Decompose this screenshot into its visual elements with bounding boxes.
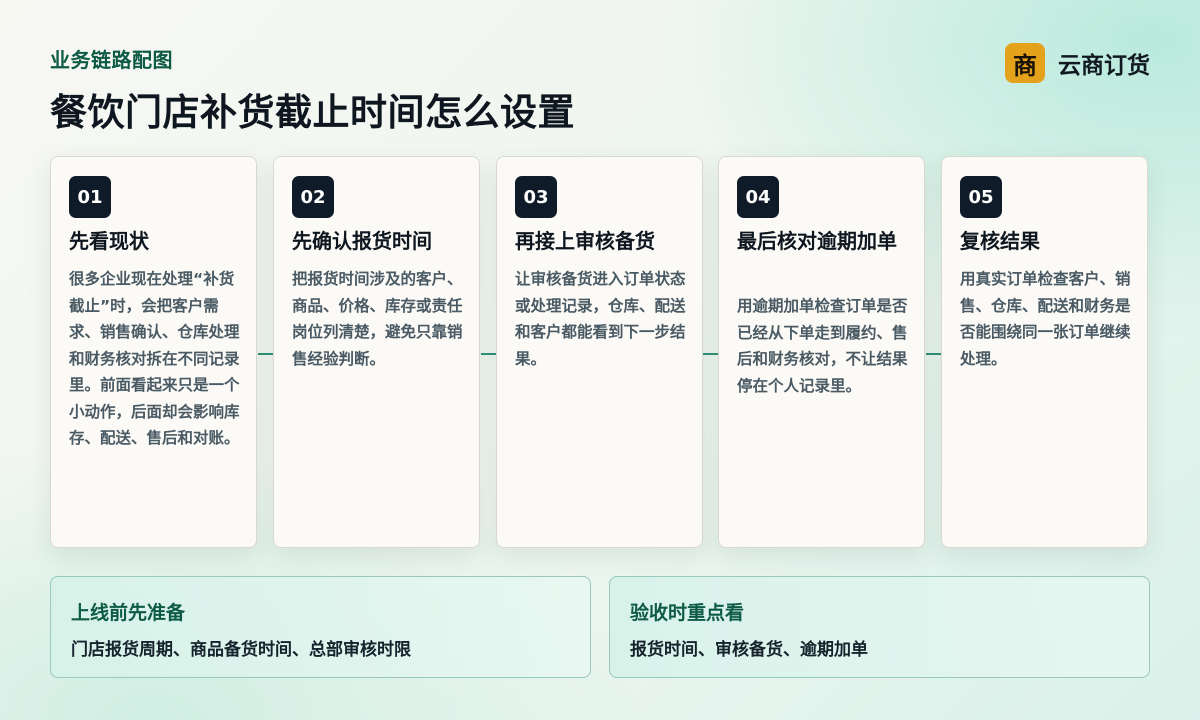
note-title: 验收时重点看 <box>630 602 745 624</box>
step-number-badge: 01 <box>69 176 111 218</box>
brand-name: 云商订货 <box>1058 53 1150 79</box>
step-title: 先看现状 <box>69 229 149 253</box>
step-description: 很多企业现在处理“补货截止”时，会把客户需求、销售确认、仓库处理和财务核对拆在不… <box>69 270 240 447</box>
prep-note-panel: 上线前先准备 门店报货周期、商品备货时间、总部审核时限 <box>50 576 591 678</box>
eyebrow-label: 业务链路配图 <box>50 48 173 72</box>
step-title: 最后核对逾期加单 <box>737 229 897 253</box>
step-card-3: 03 再接上审核备货 让审核备货进入订单状态或处理记录，仓库、配送和客户都能看到… <box>496 156 703 548</box>
step-title: 复核结果 <box>960 229 1040 253</box>
step-card-2: 02 先确认报货时间 把报货时间涉及的客户、商品、价格、库存或责任岗位列清楚，避… <box>273 156 480 548</box>
page-title: 餐饮门店补货截止时间怎么设置 <box>50 91 575 134</box>
step-card-5: 05 复核结果 用真实订单检查客户、销售、仓库、配送和财务是否能围绕同一张订单继… <box>941 156 1148 548</box>
connector-line <box>258 353 273 355</box>
connector-line <box>481 353 496 355</box>
step-number-badge: 03 <box>515 176 557 218</box>
brand-logo-icon: 商 <box>1005 43 1045 83</box>
brand: 商 云商订货 <box>1005 43 1150 83</box>
step-description: 用真实订单检查客户、销售、仓库、配送和财务是否能围绕同一张订单继续处理。 <box>960 270 1131 368</box>
acceptance-note-panel: 验收时重点看 报货时间、审核备货、逾期加单 <box>609 576 1150 678</box>
step-description: 把报货时间涉及的客户、商品、价格、库存或责任岗位列清楚，避免只靠销售经验判断。 <box>292 270 463 368</box>
step-number-badge: 02 <box>292 176 334 218</box>
step-title: 再接上审核备货 <box>515 229 655 253</box>
connector-line <box>926 353 941 355</box>
step-description: 用逾期加单检查订单是否已经从下单走到履约、售后和财务核对，不让结果停在个人记录里… <box>737 297 908 395</box>
step-number-badge: 04 <box>737 176 779 218</box>
step-number-badge: 05 <box>960 176 1002 218</box>
connector-line <box>703 353 718 355</box>
note-title: 上线前先准备 <box>71 602 186 624</box>
step-title: 先确认报货时间 <box>292 229 432 253</box>
step-card-1: 01 先看现状 很多企业现在处理“补货截止”时，会把客户需求、销售确认、仓库处理… <box>50 156 257 548</box>
note-description: 门店报货周期、商品备货时间、总部审核时限 <box>71 640 411 660</box>
note-description: 报货时间、审核备货、逾期加单 <box>630 640 868 660</box>
step-description: 让审核备货进入订单状态或处理记录，仓库、配送和客户都能看到下一步结果。 <box>515 270 686 368</box>
step-card-4: 04 最后核对逾期加单 用逾期加单检查订单是否已经从下单走到履约、售后和财务核对… <box>718 156 925 548</box>
